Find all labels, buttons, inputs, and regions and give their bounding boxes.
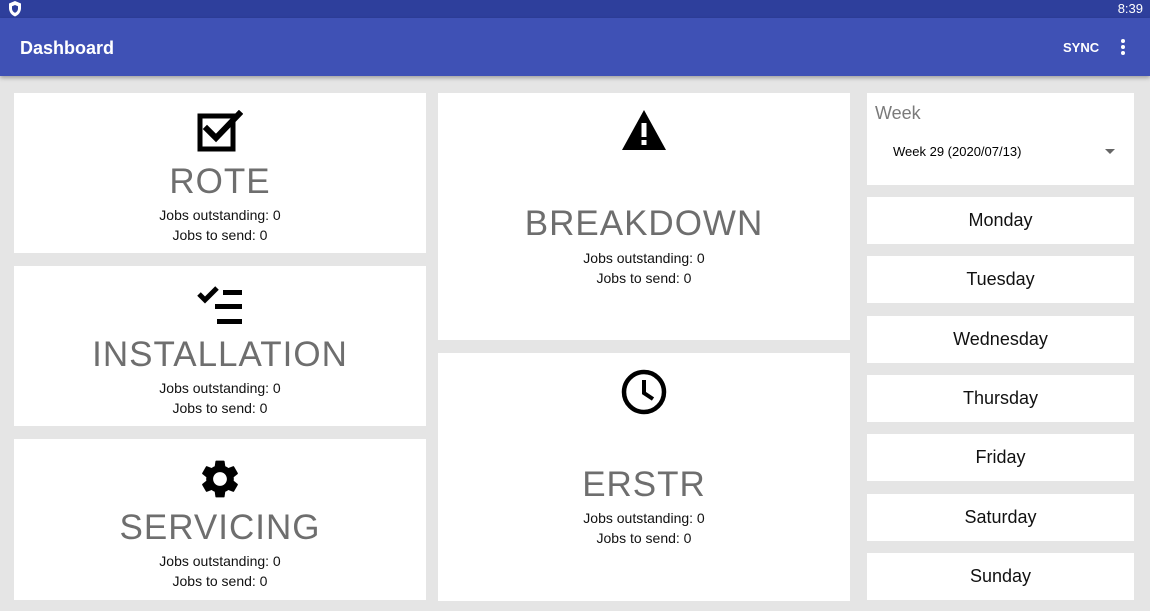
rote-title: ROTE [169, 162, 271, 201]
week-panel: Week Week 29 (2020/07/13) [867, 93, 1134, 185]
servicing-card[interactable]: SERVICING Jobs outstanding: 0 Jobs to se… [14, 439, 426, 600]
servicing-to-send: Jobs to send: 0 [172, 573, 268, 589]
checklist-icon [197, 286, 242, 324]
breakdown-to-send: Jobs to send: 0 [596, 270, 692, 286]
status-time: 8:39 [1117, 1, 1143, 16]
installation-card[interactable]: INSTALLATION Jobs outstanding: 0 Jobs to… [14, 266, 426, 426]
installation-title: INSTALLATION [92, 335, 348, 374]
gear-icon [202, 460, 238, 498]
page-title: Dashboard [20, 38, 115, 58]
erstr-card[interactable]: ERSTR Jobs outstanding: 0 Jobs to send: … [438, 353, 850, 601]
clock-icon [621, 369, 667, 415]
week-label: Week [875, 103, 921, 123]
week-selected-value: Week 29 (2020/07/13) [893, 144, 1022, 159]
rote-outstanding: Jobs outstanding: 0 [159, 207, 281, 223]
day-button-saturday[interactable]: Saturday [867, 494, 1134, 541]
shield-icon [9, 1, 21, 17]
day-button-wednesday[interactable]: Wednesday [867, 316, 1134, 363]
more-vert-icon[interactable] [1114, 36, 1132, 58]
erstr-to-send: Jobs to send: 0 [596, 530, 692, 546]
servicing-title: SERVICING [119, 508, 321, 547]
erstr-outstanding: Jobs outstanding: 0 [583, 510, 705, 526]
app-bar: Dashboard SYNC [0, 18, 1150, 76]
week-dropdown[interactable]: Week 29 (2020/07/13) [893, 143, 1123, 163]
checkbox-icon [197, 110, 243, 152]
rote-to-send: Jobs to send: 0 [172, 227, 268, 243]
day-button-monday[interactable]: Monday [867, 197, 1134, 244]
erstr-title: ERSTR [582, 465, 706, 504]
warning-icon [622, 110, 666, 150]
breakdown-card[interactable]: BREAKDOWN Jobs outstanding: 0 Jobs to se… [438, 93, 850, 340]
installation-outstanding: Jobs outstanding: 0 [159, 380, 281, 396]
status-bar: 8:39 [0, 0, 1150, 18]
day-button-friday[interactable]: Friday [867, 434, 1134, 481]
breakdown-outstanding: Jobs outstanding: 0 [583, 250, 705, 266]
breakdown-title: BREAKDOWN [524, 204, 764, 243]
day-button-thursday[interactable]: Thursday [867, 375, 1134, 422]
installation-to-send: Jobs to send: 0 [172, 400, 268, 416]
rote-card[interactable]: ROTE Jobs outstanding: 0 Jobs to send: 0 [14, 93, 426, 253]
day-button-sunday[interactable]: Sunday [867, 553, 1134, 600]
servicing-outstanding: Jobs outstanding: 0 [159, 553, 281, 569]
day-button-tuesday[interactable]: Tuesday [867, 256, 1134, 303]
sync-button[interactable]: SYNC [1063, 40, 1099, 56]
dropdown-arrow-icon [1105, 149, 1115, 154]
